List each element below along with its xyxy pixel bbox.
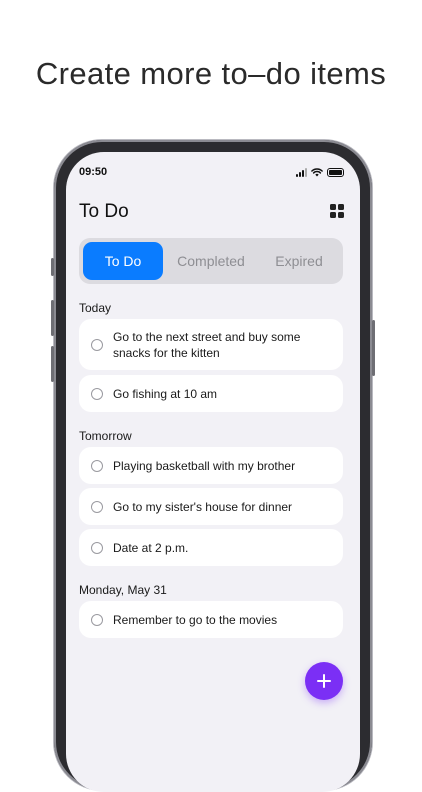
add-todo-button[interactable] <box>305 662 343 700</box>
checkbox-circle-icon[interactable] <box>91 500 103 513</box>
todo-text: Go fishing at 10 am <box>113 386 218 401</box>
todo-text: Go to the next street and buy some snack… <box>113 329 301 360</box>
phone-screen: 09:50 To Do To Do Completed Expired Toda… <box>66 152 360 792</box>
list-item[interactable]: Playing basketball with my brother <box>79 447 343 484</box>
todo-text: Date at 2 p.m. <box>113 540 189 555</box>
grid-icon[interactable] <box>330 204 344 218</box>
checkbox-circle-icon[interactable] <box>91 613 103 626</box>
section-heading-today: Today <box>79 301 112 315</box>
list-item[interactable]: Go fishing at 10 am <box>79 375 343 412</box>
checkbox-circle-icon[interactable] <box>91 459 103 472</box>
cellular-signal-icon <box>296 168 307 177</box>
checkbox-circle-icon[interactable] <box>91 338 103 351</box>
plus-icon <box>317 674 331 688</box>
power-button <box>372 320 375 376</box>
battery-icon <box>327 168 344 177</box>
list-item[interactable]: Go to the next street and buy some snack… <box>79 319 343 370</box>
todo-text: Go to my sister's house for dinner <box>113 499 293 514</box>
list-item[interactable]: Go to my sister's house for dinner <box>79 488 343 525</box>
mute-switch <box>51 258 54 276</box>
status-bar: 09:50 <box>66 166 360 182</box>
list-item[interactable]: Remember to go to the movies <box>79 601 343 638</box>
tab-completed[interactable]: Completed <box>167 242 255 280</box>
list-item[interactable]: Date at 2 p.m. <box>79 529 343 566</box>
section-heading-monday: Monday, May 31 <box>79 583 167 597</box>
volume-up-button <box>51 300 54 336</box>
tab-expired[interactable]: Expired <box>259 242 339 280</box>
section-heading-tomorrow: Tomorrow <box>79 429 132 443</box>
status-time: 09:50 <box>79 166 108 178</box>
status-icons <box>296 168 344 177</box>
tab-to-do[interactable]: To Do <box>83 242 163 280</box>
page-title: To Do <box>79 201 129 222</box>
status-segmented-control: To Do Completed Expired <box>79 238 343 284</box>
wifi-icon <box>311 168 323 177</box>
checkbox-circle-icon[interactable] <box>91 541 103 554</box>
todo-text: Remember to go to the movies <box>113 612 278 627</box>
page-headline: Create more to–do items <box>35 56 387 91</box>
todo-text: Playing basketball with my brother <box>113 458 296 473</box>
checkbox-circle-icon[interactable] <box>91 387 103 400</box>
volume-down-button <box>51 346 54 382</box>
